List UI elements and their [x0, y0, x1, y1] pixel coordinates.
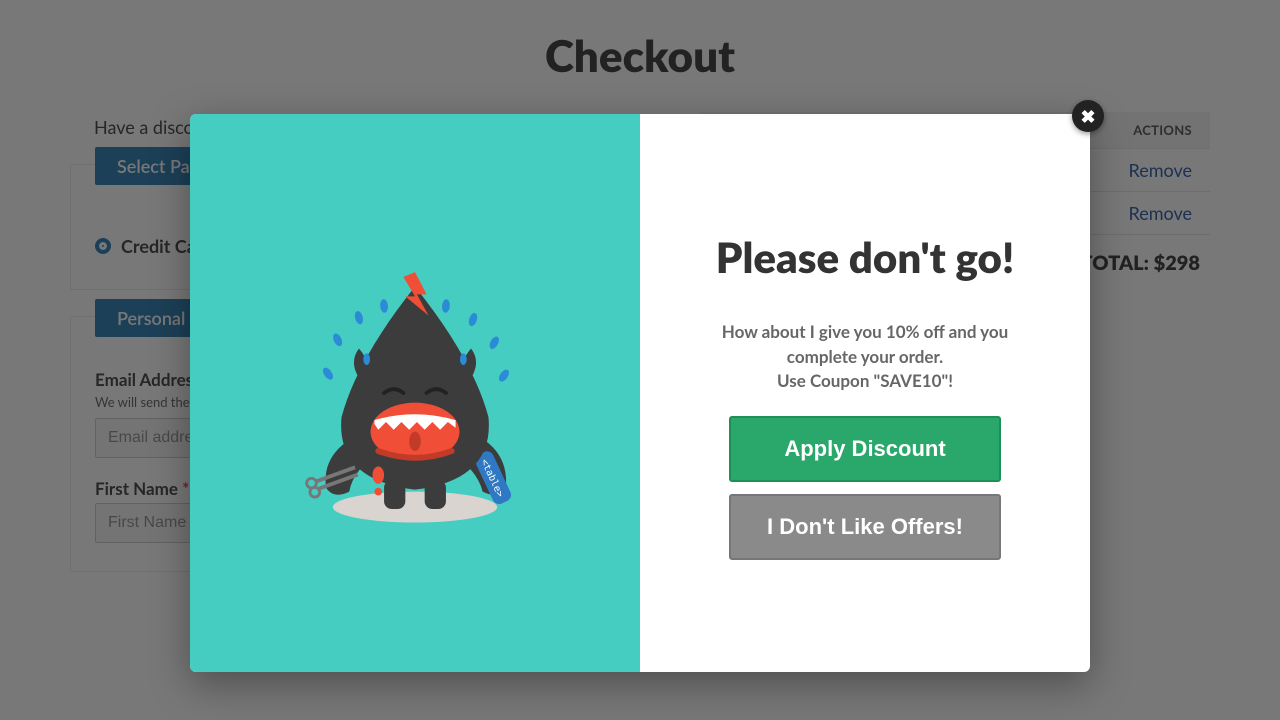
close-icon: ✖	[1080, 105, 1095, 128]
modal-body-line-2: Use Coupon "SAVE10"!	[698, 369, 1032, 394]
decline-offer-button[interactable]: I Don't Like Offers!	[729, 494, 1001, 560]
modal-body-line-1: How about I give you 10% off and you com…	[698, 320, 1032, 369]
exit-intent-modal: ✖ <table>	[190, 114, 1090, 672]
crying-monster-icon: <table>	[270, 248, 560, 538]
modal-content-panel: Please don't go! How about I give you 10…	[640, 114, 1090, 672]
modal-title: Please don't go!	[698, 234, 1032, 280]
modal-illustration-panel: <table>	[190, 114, 640, 672]
apply-discount-button[interactable]: Apply Discount	[729, 416, 1001, 482]
modal-body: How about I give you 10% off and you com…	[698, 320, 1032, 394]
close-button[interactable]: ✖	[1072, 100, 1104, 132]
